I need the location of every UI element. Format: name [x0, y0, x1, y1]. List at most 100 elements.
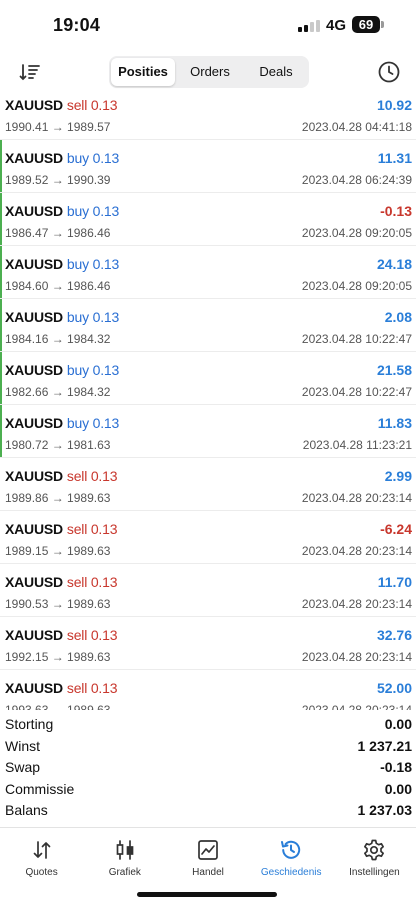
trade-prices: 1986.47 → 1986.46 [5, 226, 111, 240]
trade-type-volume: sell 0.13 [66, 521, 118, 537]
tab-instellingen[interactable]: Instellingen [333, 828, 416, 887]
trade-row[interactable]: XAUUSD buy 0.13 1984.60 → 1986.46 24.18 2023… [0, 246, 416, 299]
trade-time: 2023.04.28 20:23:14 [301, 703, 412, 710]
sort-icon[interactable] [18, 60, 42, 84]
trade-profit: -6.24 [380, 521, 412, 537]
segmented-control: Posities Orders Deals [109, 56, 309, 88]
tab-grafiek[interactable]: Grafiek [83, 828, 166, 887]
trade-title: XAUUSD buy 0.13 [5, 309, 119, 325]
trade-volume: 0.13 [92, 256, 120, 272]
trade-symbol: XAUUSD [5, 415, 63, 431]
trade-type-volume: buy 0.13 [67, 150, 119, 166]
trade-type-volume: sell 0.13 [67, 97, 118, 113]
tab-handel[interactable]: Handel [166, 828, 249, 887]
trade-time: 2023.04.28 10:22:47 [301, 385, 412, 399]
status-time: 19:04 [53, 15, 101, 35]
trade-volume: 0.13 [92, 415, 120, 431]
summary-value: 1 237.03 [357, 802, 413, 818]
trade-symbol: XAUUSD [5, 203, 63, 219]
trade-row[interactable]: XAUUSD buy 0.13 1982.66 → 1984.32 21.58 2023… [0, 352, 416, 405]
trade-profit: 24.18 [376, 256, 412, 272]
trade-profit: 52.00 [376, 680, 412, 696]
trade-row[interactable]: XAUUSD buy 0.13 1986.47 → 1986.46 -0.13 2023… [0, 193, 416, 246]
clock-icon[interactable] [377, 60, 401, 84]
settings-icon [364, 839, 385, 861]
tab-bar: Quotes Grafiek Handel Geschiedenis Inste… [0, 827, 416, 887]
trade-type: buy [66, 203, 89, 219]
trade-type-volume: sell 0.13 [66, 468, 118, 484]
trade-row[interactable]: XAUUSD sell 0.13 1989.15 → 1989.63 -6.24 202… [0, 511, 416, 564]
summary-row-balans: Balans 1 237.03 [0, 799, 416, 821]
trade-symbol: XAUUSD [5, 468, 63, 484]
trade-type-volume: buy 0.13 [67, 256, 119, 272]
summary-label: Winst [5, 737, 40, 754]
trade-type: sell [66, 468, 88, 484]
top-nav: Posities Orders Deals [0, 52, 416, 92]
trade-time: 2023.04.28 09:20:05 [301, 226, 412, 240]
tab-geschiedenis[interactable]: Geschiedenis [250, 828, 333, 887]
trade-row[interactable]: XAUUSD sell 0.13 1990.53 → 1989.63 11.70 202… [0, 564, 416, 617]
trade-symbol: XAUUSD [5, 362, 63, 378]
trade-type-volume: sell 0.13 [67, 574, 118, 590]
tab-quotes[interactable]: Quotes [0, 828, 83, 887]
trade-row[interactable]: XAUUSD buy 0.13 1989.52 → 1990.39 11.31 2023… [0, 140, 416, 193]
summary-row-swap: Swap -0.18 [0, 756, 416, 778]
trade-type: buy [66, 415, 89, 431]
trade-type-volume: buy 0.13 [67, 203, 119, 219]
trade-time: 2023.04.28 04:41:18 [301, 120, 412, 134]
trade-row[interactable]: XAUUSD sell 0.13 1990.41 → 1989.57 10.92 202… [0, 92, 416, 140]
tab-orders[interactable]: Orders [175, 58, 245, 86]
trade-title: XAUUSD buy 0.13 [5, 150, 119, 166]
trade-type: sell [66, 521, 88, 537]
network-label: 4G [326, 17, 347, 34]
buy-marker [0, 140, 2, 192]
history-icon [281, 840, 301, 859]
trade-time: 2023.04.28 20:23:14 [301, 544, 412, 558]
trade-prices: 1984.60 → 1986.46 [5, 279, 111, 293]
trade-row[interactable]: XAUUSD sell 0.13 1989.86 → 1989.63 2.99 2023… [0, 458, 416, 511]
trade-prices: 1989.15 → 1989.63 [5, 544, 111, 558]
trade-volume: 0.13 [90, 574, 118, 590]
trade-symbol: XAUUSD [5, 309, 63, 325]
trade-title: XAUUSD sell 0.13 [5, 574, 118, 590]
trade-title: XAUUSD sell 0.13 [5, 97, 118, 113]
trade-title: XAUUSD buy 0.13 [5, 415, 119, 431]
trade-profit: 11.70 [377, 574, 412, 590]
summary-row-winst: Winst 1 237.21 [0, 735, 416, 757]
summary-row-commissie: Commissie 0.00 [0, 778, 416, 800]
trade-type-volume: sell 0.13 [67, 627, 118, 643]
trade-volume: 0.13 [90, 680, 118, 696]
battery-icon: 69 [352, 16, 380, 33]
trade-row[interactable]: XAUUSD buy 0.13 1980.72 → 1981.63 11.83 2023… [0, 405, 416, 458]
trade-profit: 10.92 [376, 97, 412, 113]
trade-row[interactable]: XAUUSD sell 0.13 1993.63 → 1989.63 52.00 202… [0, 670, 416, 710]
trade-symbol: XAUUSD [5, 150, 63, 166]
trade-volume: 0.13 [92, 309, 120, 325]
trade-title: XAUUSD sell 0.13 [5, 468, 118, 484]
summary-value: 0.00 [384, 780, 412, 797]
trade-type-volume: sell 0.13 [67, 680, 118, 696]
trade-list[interactable]: XAUUSD sell 0.13 1990.41 → 1989.57 10.92 202… [0, 92, 416, 710]
summary-label: Balans [5, 802, 48, 818]
trade-prices: 1980.72 → 1981.63 [5, 438, 111, 452]
signal-icon [298, 20, 320, 32]
trade-title: XAUUSD buy 0.13 [5, 256, 119, 272]
battery-tip [381, 21, 384, 28]
trade-prices: 1984.16 → 1984.32 [5, 332, 111, 346]
trade-time: 2023.04.28 20:23:14 [301, 650, 412, 664]
trade-prices: 1989.86 → 1989.63 [5, 491, 111, 505]
chart-icon [116, 840, 134, 860]
summary-label: Storting [5, 716, 54, 732]
tab-deals[interactable]: Deals [245, 58, 307, 86]
buy-marker [0, 299, 2, 351]
account-summary: Storting 0.00 Winst 1 237.21 Swap -0.18 … [0, 713, 416, 821]
trade-type-volume: buy 0.13 [67, 362, 119, 378]
trade-time: 2023.04.28 20:23:14 [301, 491, 412, 505]
tab-posities[interactable]: Posities [111, 58, 175, 86]
trade-symbol: XAUUSD [5, 627, 63, 643]
trade-row[interactable]: XAUUSD buy 0.13 1984.16 → 1984.32 2.08 2023.… [0, 299, 416, 352]
trade-row[interactable]: XAUUSD sell 0.13 1992.15 → 1989.63 32.76 202… [0, 617, 416, 670]
trade-title: XAUUSD sell 0.13 [5, 521, 118, 537]
status-bar: 19:04 4G 69 [0, 0, 416, 52]
trade-volume: 0.13 [90, 521, 118, 537]
